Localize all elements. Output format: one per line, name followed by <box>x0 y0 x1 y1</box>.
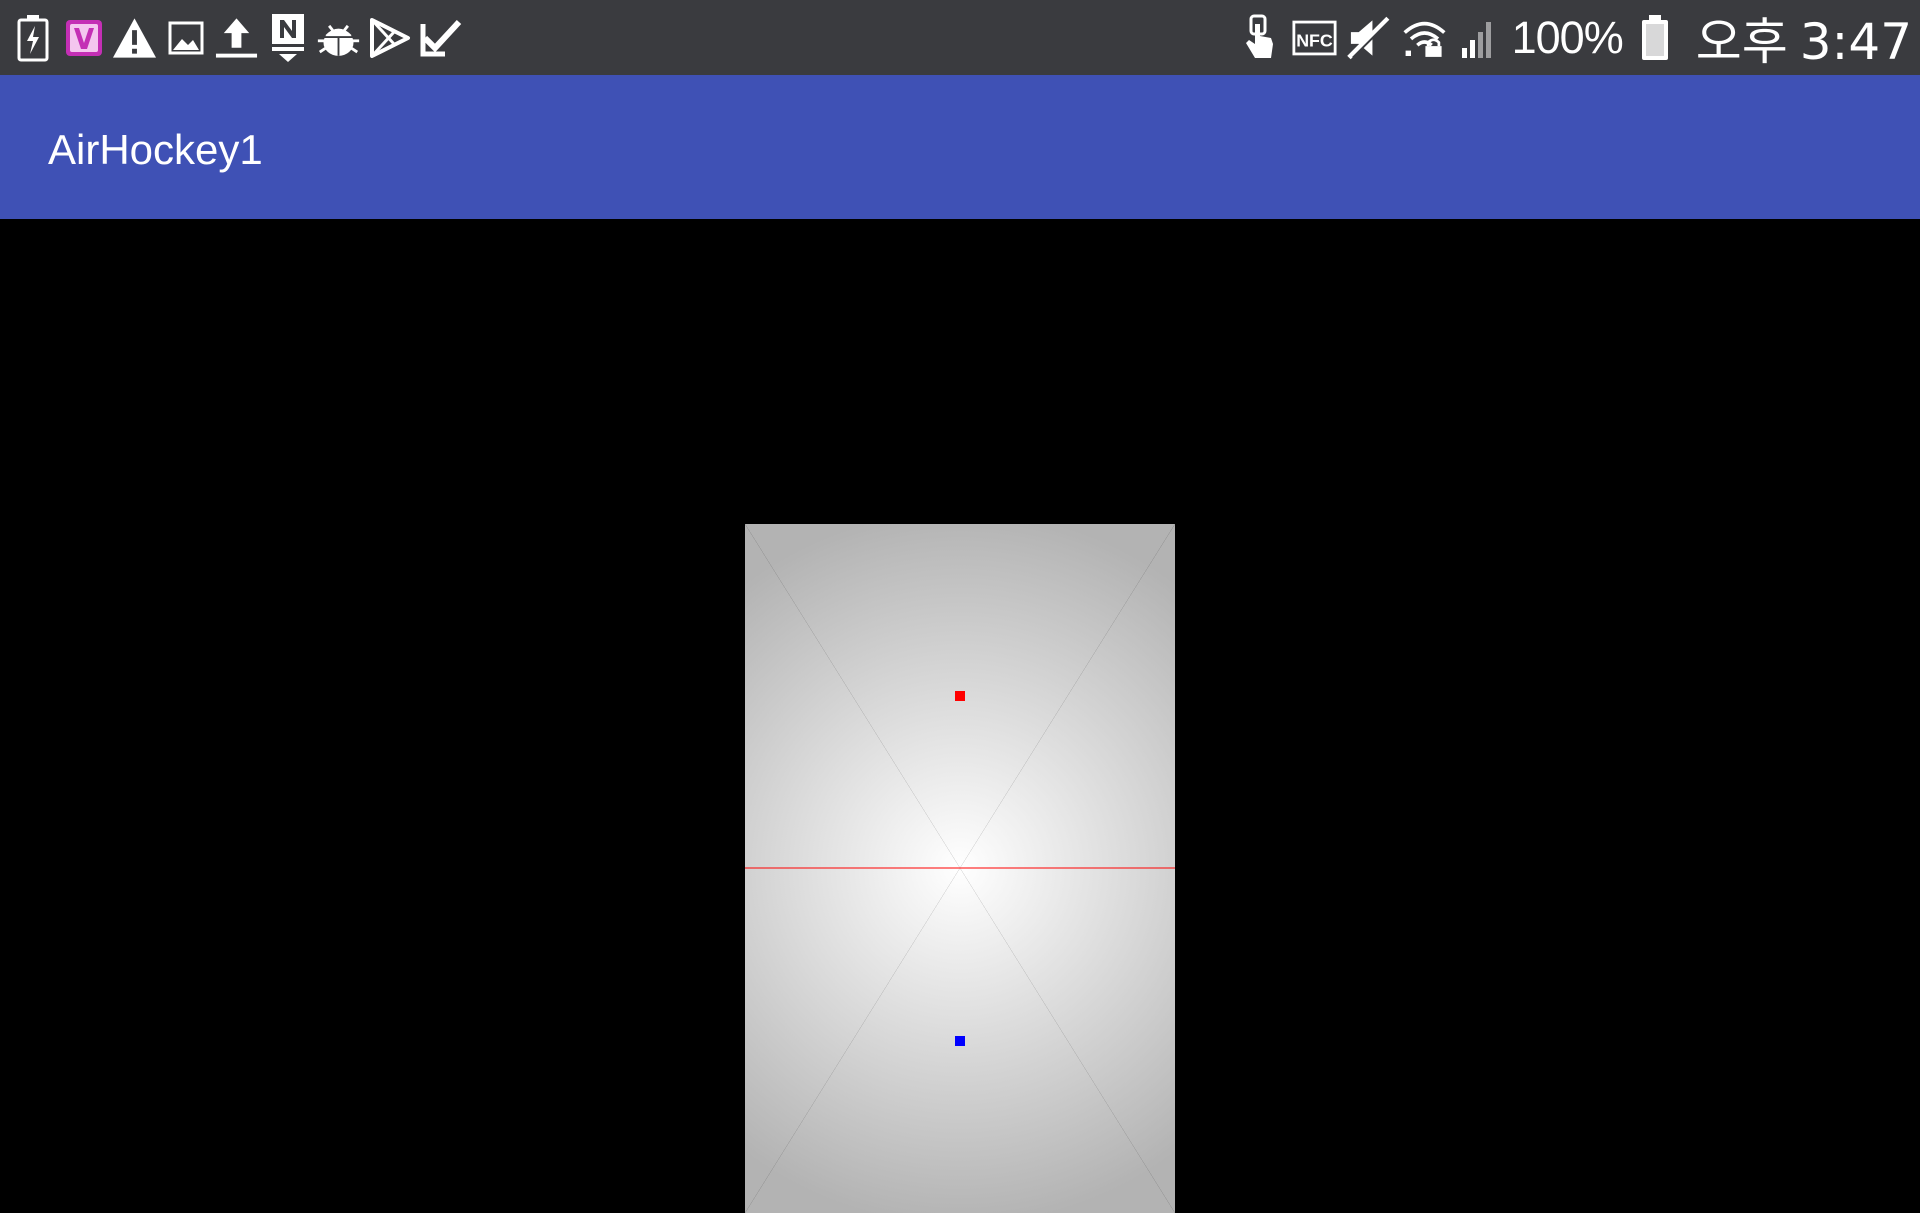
upload-icon <box>214 13 259 63</box>
status-bar: NFC 100% 오후 3:47 <box>0 0 1920 75</box>
gl-surface[interactable] <box>0 219 1920 1213</box>
clock: 오후 3:47 <box>1696 2 1912 74</box>
app-title: AirHockey1 <box>48 126 263 173</box>
signal-icon <box>1457 13 1502 63</box>
blue-mallet[interactable] <box>955 1036 965 1046</box>
bug-icon <box>316 13 361 63</box>
battery-icon <box>1633 13 1678 63</box>
task-check-icon <box>418 13 463 63</box>
clock-ampm: 오후 <box>1695 12 1788 71</box>
warning-icon <box>112 13 157 63</box>
notification-icons <box>10 0 463 75</box>
n-app-icon <box>265 13 310 63</box>
mute-icon <box>1346 13 1392 63</box>
wifi-lock-icon <box>1402 13 1447 63</box>
app-bar: AirHockey1 <box>0 75 1920 219</box>
battery-charging-icon <box>10 13 55 63</box>
red-mallet[interactable] <box>955 691 965 701</box>
play-store-icon <box>367 13 412 63</box>
svg-text:NFC: NFC <box>1296 30 1333 50</box>
nfc-icon: NFC <box>1292 13 1337 63</box>
air-hockey-table[interactable] <box>745 524 1175 1213</box>
touch-icon <box>1237 13 1282 63</box>
system-indicators: NFC 100% 오후 3:47 <box>1237 0 1912 75</box>
v-app-icon <box>61 13 106 63</box>
clock-time: 3:47 <box>1799 12 1912 71</box>
battery-percent: 100% <box>1511 11 1624 63</box>
image-icon <box>163 13 208 63</box>
